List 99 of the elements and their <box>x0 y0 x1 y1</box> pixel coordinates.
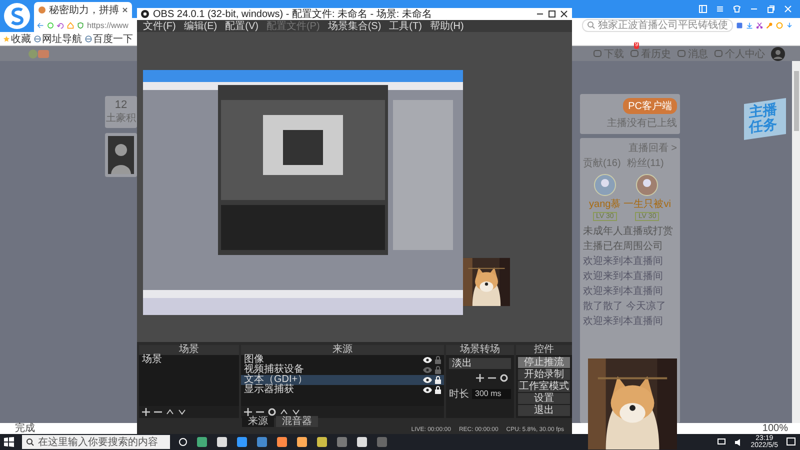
globe-icon <box>34 34 41 42</box>
control-button[interactable]: 设置 <box>518 393 570 404</box>
lock-icon[interactable] <box>435 386 441 394</box>
menu-item[interactable]: 文件(F) <box>143 19 176 33</box>
app-icon[interactable] <box>216 436 228 448</box>
app-icon[interactable] <box>316 436 328 448</box>
add-icon[interactable] <box>476 374 484 382</box>
duration-field[interactable]: 300 ms <box>472 389 511 399</box>
avatar-icon[interactable] <box>771 46 785 60</box>
control-button[interactable]: 停止推流 <box>518 357 570 368</box>
duration-label: 时长 <box>449 388 469 401</box>
task-view-icon[interactable] <box>178 437 188 447</box>
score-value: 12 <box>114 99 128 111</box>
down-icon[interactable] <box>178 408 186 416</box>
lock-icon[interactable] <box>435 376 441 384</box>
app-icon[interactable] <box>196 436 208 448</box>
search-icon <box>26 438 34 446</box>
chat-message: 欢迎来到本直播间 <box>583 314 664 328</box>
menu-item[interactable]: 配置(V) <box>225 19 258 33</box>
menu-item[interactable]: 编辑(E) <box>184 19 218 33</box>
notification-icon[interactable] <box>786 437 796 447</box>
network-icon[interactable] <box>716 438 726 446</box>
down-icon[interactable] <box>292 408 300 416</box>
chat-message: 欢迎来到本直播间 <box>583 270 664 283</box>
maximize-icon[interactable] <box>548 10 556 18</box>
page-icon <box>38 6 46 14</box>
windows-start-icon[interactable] <box>4 437 14 447</box>
chat-message: 散了散了 今天凉了 <box>583 300 667 313</box>
dock-tab[interactable]: 来源 <box>242 416 274 427</box>
window-title: OBS 24.0.1 (32-bit, windows) - 配置文件: 未命名 - 场景: 未命名 <box>153 8 432 20</box>
panel-title: 场景转场 <box>446 345 514 355</box>
search-field[interactable]: 独家正波首播公司平民铸钱使 <box>582 18 733 32</box>
settings-icon[interactable] <box>268 408 276 416</box>
notice-text: 未成年人直播或打赏 <box>583 224 674 238</box>
browser-tab[interactable]: 秘密助力，拼搏 <box>34 2 132 18</box>
eye-icon[interactable] <box>423 377 432 383</box>
menu-icon[interactable] <box>716 5 724 13</box>
eye-icon[interactable] <box>423 357 432 363</box>
up-icon[interactable] <box>166 408 174 416</box>
undo-icon[interactable] <box>57 20 64 30</box>
shield-icon <box>77 20 84 30</box>
transition-dropdown[interactable]: 淡出 <box>449 358 511 369</box>
status-text: 主播没有已上线 <box>607 116 677 130</box>
bookmark-link[interactable]: 网址导航 <box>42 32 82 46</box>
add-icon[interactable] <box>244 408 252 416</box>
scissors-icon[interactable] <box>756 20 763 30</box>
notice-text: 主播已在周围公司 <box>583 240 664 253</box>
score-label: 土豪积 <box>106 112 136 125</box>
search-icon <box>587 21 595 29</box>
source-item[interactable]: 文本（GDI+） <box>241 375 444 385</box>
panel-title: 场景 <box>139 345 239 355</box>
tab-title: 秘密助力，拼搏 <box>49 4 119 17</box>
app-icon[interactable] <box>276 436 288 448</box>
chat-message: 欢迎来到本直播间 <box>583 254 664 268</box>
taskbar-search-field[interactable]: 在这里输入你要搜索的内容 <box>22 435 170 449</box>
add-icon[interactable] <box>142 408 150 416</box>
panel-title: 控件 <box>516 345 572 355</box>
menu-item[interactable]: 帮助(H) <box>430 19 464 33</box>
status-text: 完成 <box>15 423 35 434</box>
control-button[interactable]: 退出 <box>518 405 570 416</box>
download-icon[interactable] <box>786 20 793 30</box>
source-label: 视频捕获设备 <box>244 365 305 375</box>
dock-tab[interactable]: 混音器 <box>276 416 318 427</box>
panel-title: 来源 <box>241 345 444 355</box>
menu-item[interactable]: 场景集合(S) <box>328 19 382 33</box>
source-label: 显示器捕获 <box>244 385 295 395</box>
control-button[interactable]: 工作室模式 <box>518 381 570 392</box>
page-icon[interactable] <box>736 20 743 30</box>
globe-icon <box>85 34 92 42</box>
settings-icon[interactable] <box>500 374 508 382</box>
close-icon[interactable] <box>122 7 128 13</box>
scene-item[interactable]: 场景 <box>139 355 239 365</box>
menu-item[interactable]: 工具(T) <box>389 19 422 33</box>
restore-icon[interactable] <box>767 5 775 13</box>
close-icon[interactable] <box>560 10 568 18</box>
bookmark-link[interactable]: 收藏 <box>11 32 31 46</box>
app-icon[interactable] <box>236 436 248 448</box>
source-item[interactable]: 图像 <box>241 355 444 365</box>
shirt-icon[interactable] <box>733 5 741 13</box>
app-icon[interactable] <box>356 436 368 448</box>
scrollbar[interactable] <box>792 61 800 423</box>
chat-message: 欢迎来到本直播间 <box>583 284 664 298</box>
source-item[interactable]: 显示器捕获 <box>241 385 444 395</box>
source-label: 文本（GDI+） <box>244 375 309 385</box>
download-icon[interactable] <box>746 20 753 30</box>
address-text[interactable]: https://www <box>87 20 128 30</box>
source-label: 图像 <box>244 355 264 365</box>
bookmark-link[interactable]: 百度一下 <box>93 32 133 46</box>
volume-icon[interactable] <box>734 438 743 446</box>
avatar-icon[interactable] <box>636 174 658 196</box>
back-icon[interactable] <box>37 20 44 30</box>
app-icon[interactable] <box>296 436 308 448</box>
sidebar-icon[interactable] <box>699 5 707 13</box>
browser-logo-icon[interactable] <box>3 2 31 30</box>
star-icon <box>3 34 10 42</box>
up-icon[interactable] <box>280 408 288 416</box>
zoom-level[interactable]: 100% <box>762 423 788 434</box>
control-button[interactable]: 开始录制 <box>518 369 570 380</box>
eye-icon[interactable] <box>423 387 432 393</box>
